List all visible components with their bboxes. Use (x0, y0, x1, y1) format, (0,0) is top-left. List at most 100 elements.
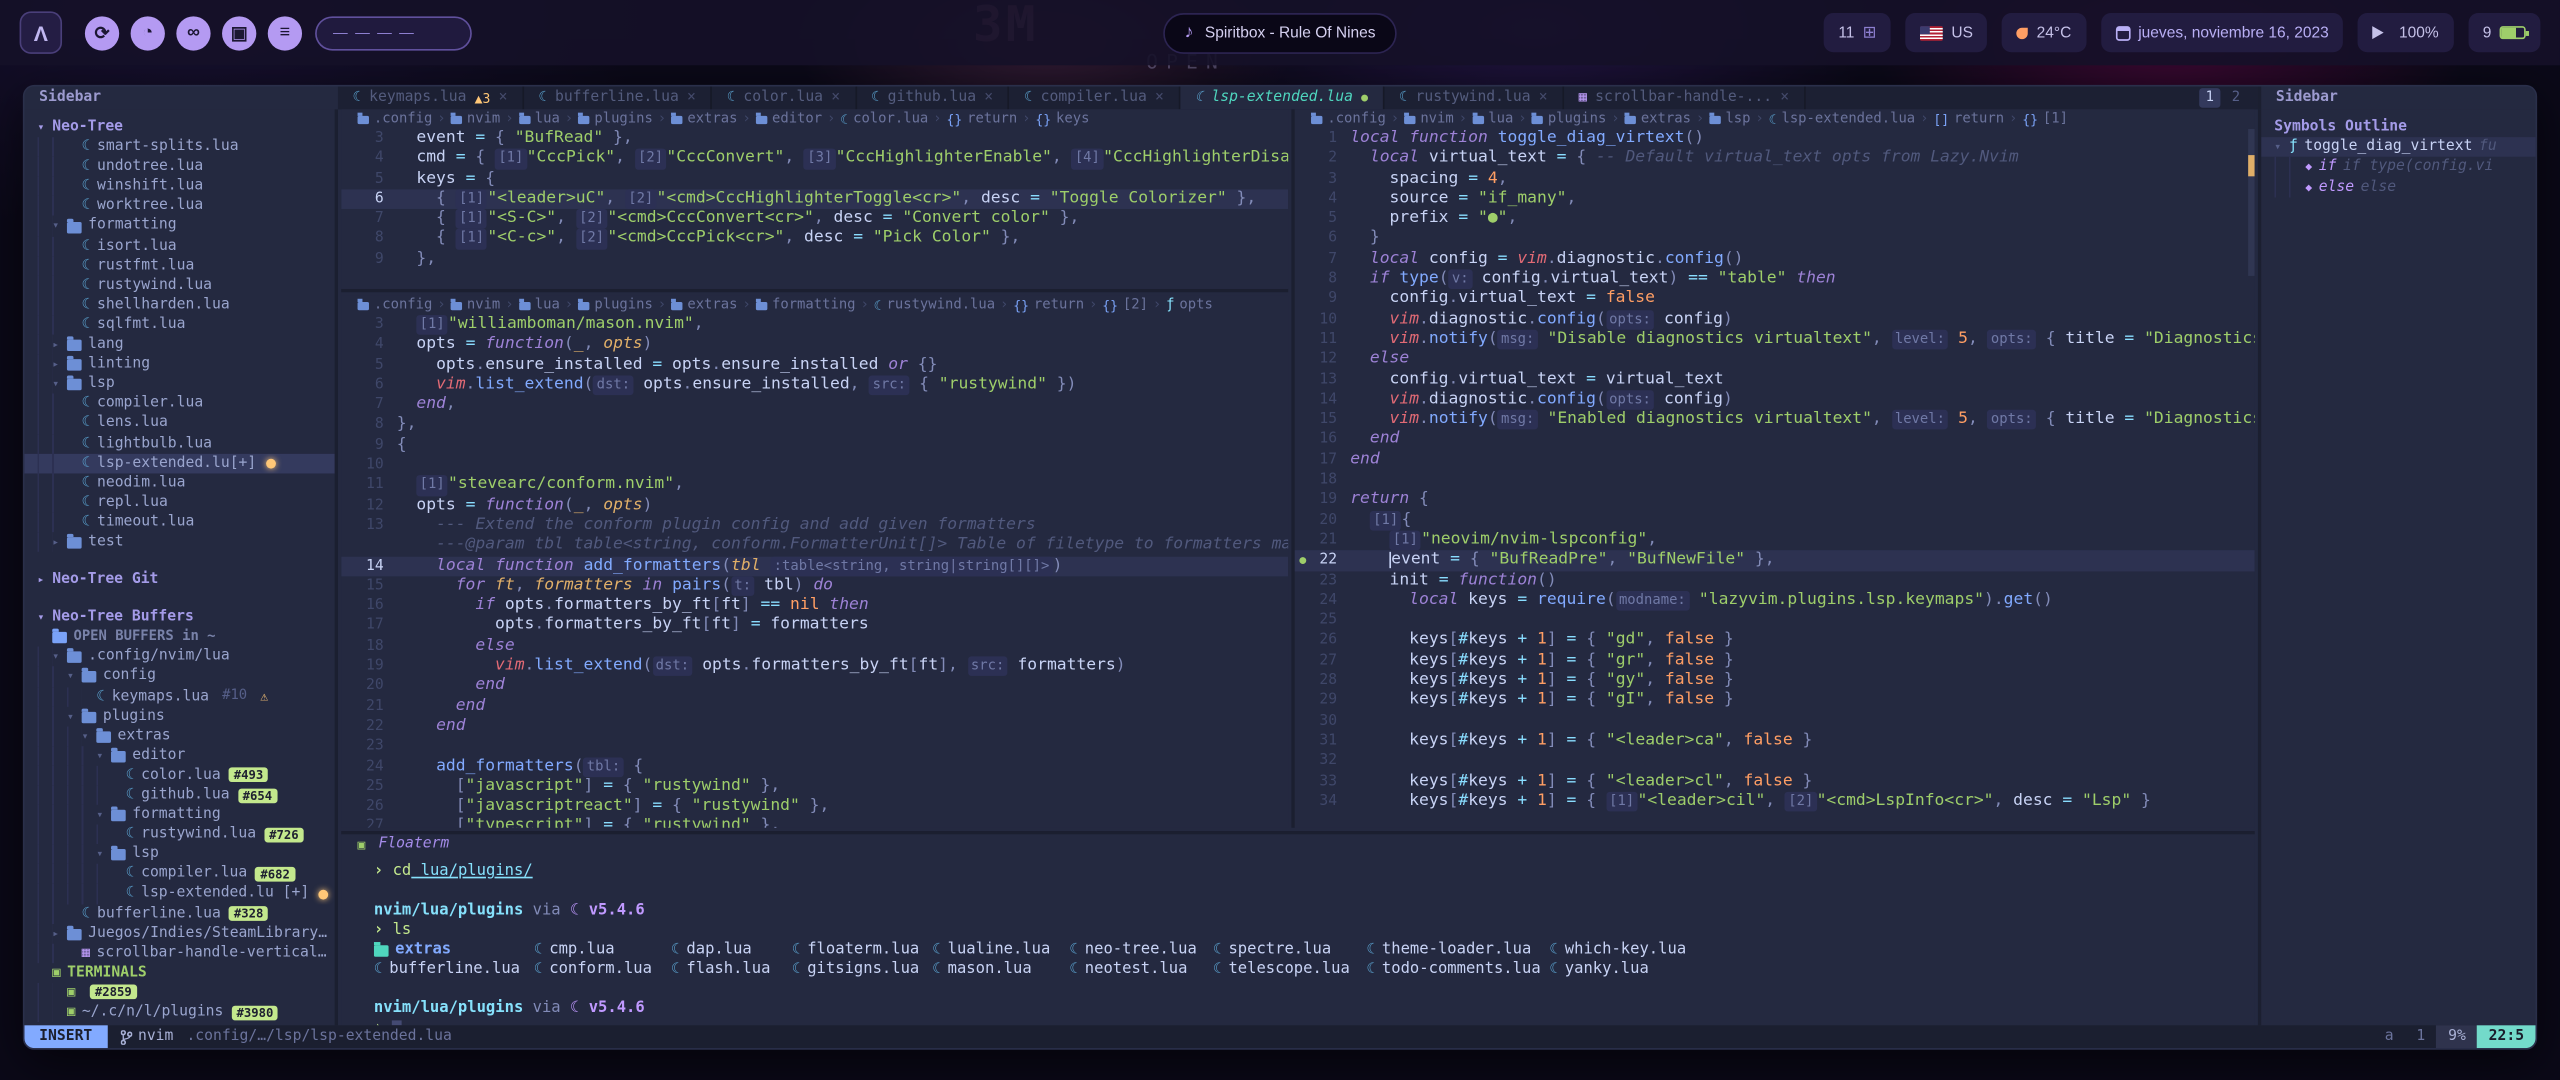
code-line[interactable]: 5 prefix = "●", (1295, 209, 2255, 229)
tree-item[interactable]: ▣~/.c/n/l/plugins#3980 (24, 1002, 334, 1022)
tree-arrow-icon[interactable]: ▾ (82, 726, 97, 746)
tree-item[interactable]: ▾.config/nvim/lua (24, 647, 334, 667)
scrollbar-thumb[interactable] (2248, 129, 2255, 276)
code-line[interactable]: 2 local virtual_text = { -- Default virt… (1295, 149, 2255, 169)
breadcrumb-item[interactable]: plugins (578, 297, 653, 313)
tree-item[interactable]: ☾neodim.lua (24, 473, 334, 493)
terminal-ls-entry[interactable]: ☾todo-comments.lua (1367, 960, 1550, 980)
code-line[interactable]: 27 ["typescript"] = { "rustywind" }, (341, 817, 1288, 828)
git-branch[interactable]: nvim (107, 1029, 186, 1045)
breadcrumb-item[interactable]: ☾color.lua (840, 111, 928, 127)
tree-item[interactable]: ▾plugins (24, 706, 334, 726)
tree-item[interactable]: ☾timeout.lua (24, 512, 334, 532)
code-line[interactable]: 28 keys[#keys + 1] = { "gy", false } (1295, 671, 2255, 691)
tree-item[interactable]: ▸test (24, 532, 334, 552)
code-line[interactable]: 20 end (341, 676, 1288, 696)
tree-arrow-icon[interactable]: ▾ (96, 746, 111, 766)
tree-arrow-icon[interactable]: ▾ (96, 845, 111, 865)
tree-item[interactable]: ▦scrollbar-handle-vertical.p (24, 943, 334, 963)
code-line[interactable]: 29 keys[#keys + 1] = { "gI", false } (1295, 691, 2255, 711)
tree-arrow-icon[interactable]: ▸ (38, 570, 53, 590)
tree-item[interactable]: ☾rustfmt.lua (24, 256, 334, 276)
tree-section[interactable]: ▣TERMINALS (24, 963, 334, 983)
volume-widget[interactable]: 100% (2358, 13, 2453, 52)
tree-item[interactable]: ☾sqlfmt.lua (24, 315, 334, 335)
code-line[interactable]: 17end (1295, 450, 2255, 470)
tree-arrow-icon[interactable]: ▾ (52, 216, 67, 236)
code-line[interactable]: 10 (341, 456, 1288, 476)
code-line[interactable]: 7 end, (341, 395, 1288, 415)
tree-item[interactable]: ☾winshift.lua (24, 177, 334, 197)
tree-arrow-icon[interactable]: ▾ (52, 647, 67, 667)
tab-close-icon[interactable]: × (1780, 90, 1789, 106)
code-line[interactable]: 22 end (341, 717, 1288, 737)
editor-pane-rustywind-lua[interactable]: .config›nvim›lua›plugins›extras›formatti… (341, 296, 1288, 828)
tree-item[interactable]: ▸linting (24, 354, 334, 374)
tree-item[interactable]: ☾isort.lua (24, 236, 334, 256)
code-line[interactable]: 7 local config = vim.diagnostic.config() (1295, 249, 2255, 269)
code-line[interactable]: 1local function toggle_diag_virtext() (1295, 129, 2255, 149)
tab-github.lua[interactable]: ☾github.lua× (856, 87, 1009, 110)
breadcrumb-item[interactable]: nvim (451, 297, 501, 313)
tree-item[interactable]: ▸lang (24, 335, 334, 355)
code-line[interactable]: 12 opts = function(_, opts) (341, 496, 1288, 516)
code-line[interactable]: 26 ["javascriptreact"] = { "rustywind" }… (341, 797, 1288, 817)
tree-item[interactable]: ☾smart-splits.lua (24, 137, 334, 157)
tree-arrow-icon[interactable]: ▸ (52, 354, 67, 374)
code-line[interactable]: 26 keys[#keys + 1] = { "gd", false } (1295, 631, 2255, 651)
code-line[interactable]: 17 opts.formatters_by_ft[ft] = formatter… (341, 616, 1288, 636)
outline-item-else[interactable]: ◆elseelse (2261, 177, 2535, 197)
code-line[interactable]: 14 vim.diagnostic.config(opts: config) (1295, 390, 2255, 410)
update-button-icon[interactable]: ⟳ (85, 16, 119, 50)
tree-item[interactable]: ☾compiler.lua (24, 394, 334, 414)
code-line[interactable]: 3 spacing = 4, (1295, 169, 2255, 189)
breadcrumb-item[interactable]: ☾rustywind.lua (874, 297, 995, 313)
code-line[interactable]: 11 vim.notify(msg: "Disable diagnostics … (1295, 330, 2255, 350)
tree-item[interactable]: ☾lsp-extended.lu[+] (24, 453, 334, 473)
code-line[interactable]: 4 opts = function(_, opts) (341, 335, 1288, 355)
tree-item[interactable]: ☾bufferline.lua#328 (24, 904, 334, 924)
tab-close-icon[interactable]: × (499, 90, 508, 106)
tree-item[interactable]: ☾repl.lua (24, 493, 334, 513)
terminal-output[interactable]: › cd lua/plugins/nvim/lua/plugins via ☾ … (341, 854, 2254, 1025)
breadcrumb-item[interactable]: lua (518, 297, 559, 313)
tab-color.lua[interactable]: ☾color.lua× (712, 87, 856, 110)
tree-item[interactable]: ▾formatting (24, 805, 334, 825)
code-line[interactable]: 23 init = function() (1295, 571, 2255, 591)
tree-arrow-icon[interactable]: ▾ (38, 608, 53, 628)
tab-bufferline.lua[interactable]: ☾bufferline.lua× (524, 87, 712, 110)
meter-button-icon[interactable]: ◔ (131, 16, 165, 50)
tree-item[interactable]: ☾lightbulb.lua (24, 433, 334, 453)
code-line[interactable]: 19return { (1295, 490, 2255, 510)
code-line[interactable]: 19 vim.list_extend(dst: opts.formatters_… (341, 656, 1288, 676)
outline-item-if[interactable]: ◆ifif type(config.vi (2261, 157, 2535, 177)
tab-close-icon[interactable]: × (1155, 90, 1164, 106)
tree-item[interactable]: ▣#2859 (24, 983, 334, 1003)
terminal-ls-entry[interactable]: ☾telescope.lua (1213, 960, 1366, 980)
code-line[interactable]: 27 keys[#keys + 1] = { "gr", false } (1295, 651, 2255, 671)
breadcrumb-item[interactable]: {}return (1013, 297, 1084, 313)
terminal-ls-entry[interactable]: ☾bufferline.lua (374, 960, 534, 980)
code-line[interactable]: 18 (1295, 470, 2255, 490)
tree-arrow-icon[interactable]: ▸ (52, 532, 67, 552)
tree-item[interactable]: ▾config (24, 667, 334, 687)
editor-pane-lsp-extended-lua[interactable]: .config›nvim›lua›plugins›extras›lsp›☾lsp… (1291, 109, 2254, 827)
tree-section[interactable]: ▸Neo-Tree Git (24, 570, 334, 590)
tab-lsp-extended.lua[interactable]: ☾lsp-extended.lua● (1180, 87, 1384, 110)
code-line[interactable]: 8 { [1]"<C-c>", [2]"<cmd>CccPick<cr>", d… (341, 229, 1288, 249)
tree-section[interactable]: ▾Neo-Tree (24, 118, 334, 138)
outline-arrow-icon[interactable]: ▾ (2274, 141, 2289, 154)
breadcrumb-item[interactable]: .config (358, 297, 433, 313)
tree-item[interactable]: ▸Juegos/Indies/SteamLibrary/st (24, 924, 334, 944)
terminal-ls-entry[interactable]: extras (374, 940, 534, 960)
code-line[interactable]: 24 add_formatters(tbl: { (341, 757, 1288, 777)
tree-item[interactable]: ☾lsp-extended.lu [+] (24, 884, 334, 904)
breadcrumb-item[interactable]: extras (671, 297, 737, 313)
breadcrumb-item[interactable]: .config (358, 111, 433, 127)
tab-close-icon[interactable]: × (831, 90, 840, 106)
code-line[interactable]: 3 event = { "BufRead" }, (341, 129, 1288, 149)
clock-widget[interactable]: jueves, noviembre 16, 2023 (2101, 13, 2344, 52)
code-line[interactable]: 5 keys = { (341, 169, 1288, 189)
tree-item[interactable]: ☾worktree.lua (24, 197, 334, 217)
tree-arrow-icon[interactable]: ▾ (96, 805, 111, 825)
